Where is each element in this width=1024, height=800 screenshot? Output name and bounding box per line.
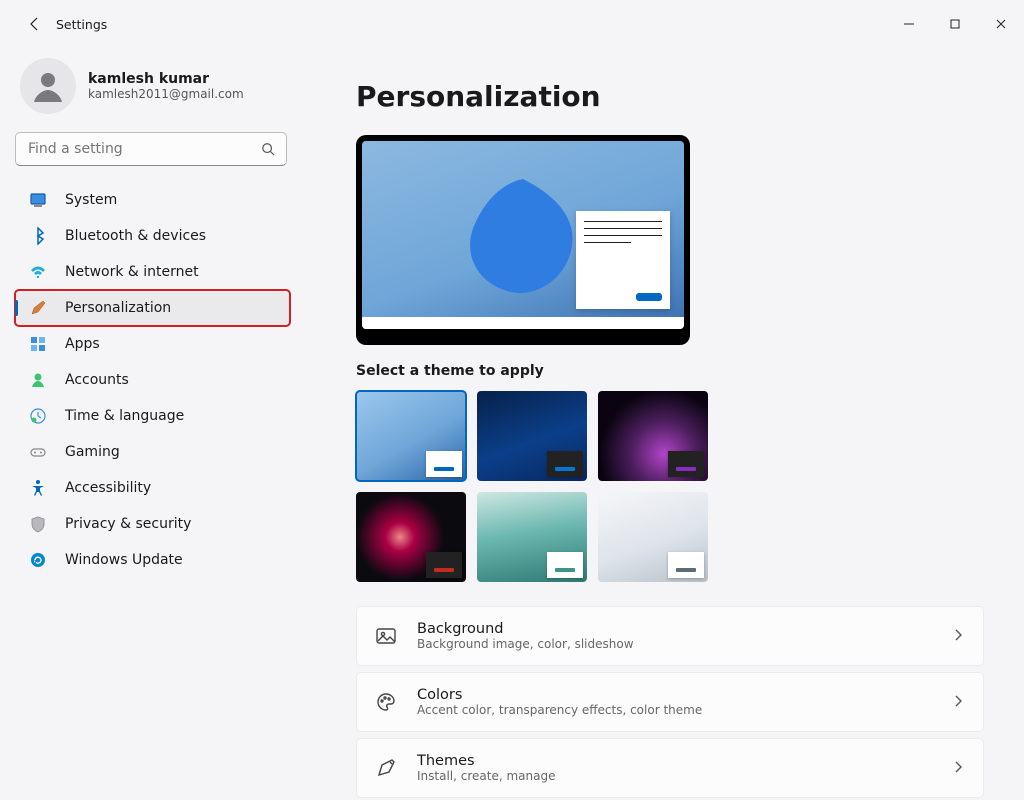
maximize-button[interactable] (932, 8, 978, 40)
personalization-icon (29, 299, 47, 317)
sidebar-item-privacy[interactable]: Privacy & security (15, 506, 290, 542)
option-title: Colors (417, 687, 702, 703)
theme-swatch (426, 552, 462, 578)
search-box[interactable] (15, 132, 287, 166)
theme-swatch (668, 552, 704, 578)
themes-icon (375, 757, 397, 779)
sidebar-item-label: Privacy & security (65, 516, 191, 532)
colors-icon (375, 691, 397, 713)
background-icon (375, 625, 397, 647)
sidebar-item-label: Apps (65, 336, 100, 352)
close-icon (995, 18, 1007, 30)
update-icon (29, 551, 47, 569)
theme-thumbnail-5[interactable] (598, 492, 708, 582)
theme-swatch (668, 451, 704, 477)
theme-thumbnail-2[interactable] (598, 391, 708, 481)
sidebar-item-label: Gaming (65, 444, 120, 460)
bluetooth-icon (29, 227, 47, 245)
arrow-left-icon (27, 16, 43, 32)
sidebar-item-network[interactable]: Network & internet (15, 254, 290, 290)
gaming-icon (29, 443, 47, 461)
theme-thumbnail-1[interactable] (477, 391, 587, 481)
close-button[interactable] (978, 8, 1024, 40)
sidebar-item-update[interactable]: Windows Update (15, 542, 290, 578)
profile-email: kamlesh2011@gmail.com (88, 87, 244, 101)
sidebar-item-label: Accounts (65, 372, 129, 388)
sidebar-item-time[interactable]: Time & language (15, 398, 290, 434)
option-desc: Install, create, manage (417, 769, 555, 783)
option-themes[interactable]: ThemesInstall, create, manage (356, 738, 984, 798)
system-icon (29, 191, 47, 209)
preview-window-card (576, 211, 670, 309)
avatar (20, 58, 76, 114)
chevron-right-icon (951, 693, 965, 712)
chevron-right-icon (951, 759, 965, 778)
sidebar-item-accessibility[interactable]: Accessibility (15, 470, 290, 506)
theme-thumbnail-3[interactable] (356, 492, 466, 582)
theme-swatch (426, 451, 462, 477)
theme-swatch (547, 451, 583, 477)
network-icon (29, 263, 47, 281)
minimize-button[interactable] (886, 8, 932, 40)
sidebar: kamlesh kumar kamlesh2011@gmail.com Syst… (0, 48, 300, 800)
option-desc: Background image, color, slideshow (417, 637, 634, 651)
minimize-icon (903, 18, 915, 30)
sidebar-item-label: Accessibility (65, 480, 151, 496)
sidebar-item-apps[interactable]: Apps (15, 326, 290, 362)
sidebar-item-label: Windows Update (65, 552, 183, 568)
sidebar-item-personalization[interactable]: Personalization (15, 290, 290, 326)
accounts-icon (29, 371, 47, 389)
maximize-icon (949, 18, 961, 30)
window-title: Settings (56, 17, 107, 32)
page-title: Personalization (356, 80, 1000, 113)
sidebar-item-label: Network & internet (65, 264, 199, 280)
sidebar-item-label: Personalization (65, 300, 171, 316)
option-title: Background (417, 621, 634, 637)
sidebar-item-gaming[interactable]: Gaming (15, 434, 290, 470)
profile[interactable]: kamlesh kumar kamlesh2011@gmail.com (20, 58, 300, 114)
option-title: Themes (417, 753, 555, 769)
search-icon (261, 142, 275, 156)
chevron-right-icon (951, 627, 965, 646)
sidebar-item-system[interactable]: System (15, 182, 290, 218)
back-button[interactable] (18, 7, 52, 41)
sidebar-item-label: Bluetooth & devices (65, 228, 206, 244)
option-colors[interactable]: ColorsAccent color, transparency effects… (356, 672, 984, 732)
option-background[interactable]: BackgroundBackground image, color, slide… (356, 606, 984, 666)
themes-grid (356, 391, 716, 582)
theme-thumbnail-0[interactable] (356, 391, 466, 481)
theme-swatch (547, 552, 583, 578)
theme-section-label: Select a theme to apply (356, 363, 1000, 379)
option-desc: Accent color, transparency effects, colo… (417, 703, 702, 717)
main-content: Personalization Select a theme to apply … (300, 48, 1024, 800)
theme-thumbnail-4[interactable] (477, 492, 587, 582)
sidebar-item-accounts[interactable]: Accounts (15, 362, 290, 398)
privacy-icon (29, 515, 47, 533)
sidebar-item-label: System (65, 192, 117, 208)
sidebar-item-bluetooth[interactable]: Bluetooth & devices (15, 218, 290, 254)
search-input[interactable] (15, 132, 287, 166)
sidebar-item-label: Time & language (65, 408, 184, 424)
theme-preview (356, 135, 690, 345)
apps-icon (29, 335, 47, 353)
accessibility-icon (29, 479, 47, 497)
profile-name: kamlesh kumar (88, 71, 244, 87)
user-icon (28, 66, 68, 106)
time-icon (29, 407, 47, 425)
